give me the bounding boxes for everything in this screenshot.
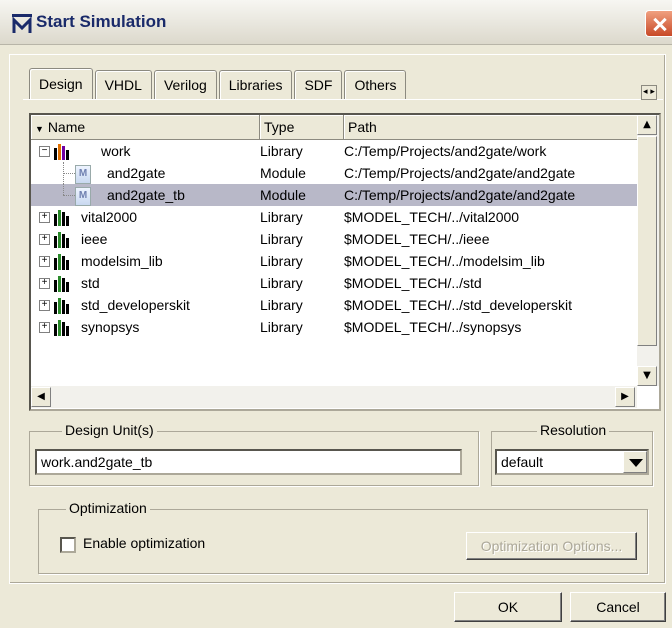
tree-row-std[interactable]: + std Library $MODEL_TECH/../std (31, 272, 639, 294)
expand-icon[interactable]: + (39, 322, 50, 333)
dropdown-arrow-icon[interactable] (623, 451, 647, 473)
row-path: $MODEL_TECH/../vital2000 (344, 209, 520, 225)
enable-optimization-checkbox[interactable] (60, 537, 76, 553)
scroll-right-icon[interactable]: ▶ (615, 387, 635, 407)
row-type: Module (260, 165, 306, 181)
row-type: Library (260, 275, 303, 291)
library-icon (54, 276, 69, 292)
window-title: Start Simulation (36, 12, 167, 31)
tab-sdf[interactable]: SDF (294, 70, 343, 99)
row-type: Library (260, 319, 303, 335)
row-path: C:/Temp/Projects/and2gate/and2gate (344, 187, 576, 203)
tree-row-and2gate-tb[interactable]: M and2gate_tb Module C:/Temp/Projects/an… (31, 184, 639, 206)
row-type: Library (260, 143, 303, 159)
tab-verilog[interactable]: Verilog (153, 70, 217, 99)
resolution-label: Resolution (537, 422, 610, 438)
optimization-label: Optimization (66, 500, 150, 516)
tree-row-vital2000[interactable]: + vital2000 Library $MODEL_TECH/../vital… (31, 206, 639, 228)
tree-connector (63, 184, 64, 195)
tree-row-work[interactable]: − work Library C:/Temp/Projects/and2gate… (31, 140, 639, 162)
row-path: $MODEL_TECH/../ieee (344, 231, 490, 247)
vertical-scrollbar[interactable]: ▲ ▼ (637, 115, 659, 386)
title-bar[interactable]: Start Simulation (0, 0, 672, 45)
expand-icon[interactable]: + (39, 300, 50, 311)
column-header-type[interactable]: Type (260, 115, 344, 139)
design-units-input[interactable]: work.and2gate_tb (35, 449, 462, 475)
row-name: vital2000 (81, 209, 138, 225)
design-tree[interactable]: ▼ Name Type Path − work Library C:/Temp/… (29, 113, 661, 411)
tree-row-modelsim-lib[interactable]: + modelsim_lib Library $MODEL_TECH/../mo… (31, 250, 639, 272)
row-type: Library (260, 209, 303, 225)
row-name: ieee (81, 231, 108, 247)
scroll-down-icon[interactable]: ▼ (637, 366, 657, 386)
horizontal-scrollbar[interactable]: ◀ ▶ (31, 386, 637, 408)
library-icon (54, 254, 69, 270)
row-name: synopsys (81, 319, 140, 335)
column-header-path[interactable]: Path (344, 115, 639, 139)
tree-row-std-developerskit[interactable]: + std_developerskit Library $MODEL_TECH/… (31, 294, 639, 316)
module-icon: M (75, 165, 91, 184)
row-path: $MODEL_TECH/../std_developerskit (344, 297, 572, 313)
row-type: Module (260, 187, 306, 203)
ok-button[interactable]: OK (454, 592, 562, 622)
close-button[interactable] (645, 10, 672, 37)
row-path: $MODEL_TECH/../modelsim_lib (344, 253, 545, 269)
row-name: work (101, 143, 131, 159)
start-simulation-dialog: Start Simulation Design VHDL Verilog Lib… (0, 0, 672, 628)
tree-row-synopsys[interactable]: + synopsys Library $MODEL_TECH/../synops… (31, 316, 639, 338)
row-path: $MODEL_TECH/../std (344, 275, 482, 291)
row-path: $MODEL_TECH/../synopsys (344, 319, 522, 335)
tree-row-ieee[interactable]: + ieee Library $MODEL_TECH/../ieee (31, 228, 639, 250)
library-icon (54, 232, 69, 248)
row-type: Library (260, 231, 303, 247)
library-icon (54, 210, 69, 226)
scroll-up-icon[interactable]: ▲ (637, 115, 657, 135)
row-name: and2gate_tb (107, 187, 185, 203)
design-units-label: Design Unit(s) (62, 422, 157, 438)
row-name: std (81, 275, 100, 291)
collapse-icon[interactable]: − (39, 146, 50, 157)
row-name: and2gate (107, 165, 166, 181)
expand-icon[interactable]: + (39, 256, 50, 267)
tree-connector (63, 195, 75, 196)
library-icon (54, 144, 69, 160)
tree-rows: − work Library C:/Temp/Projects/and2gate… (31, 140, 639, 338)
expand-icon[interactable]: + (39, 212, 50, 223)
expand-icon[interactable]: + (39, 234, 50, 245)
row-name: modelsim_lib (81, 253, 163, 269)
cancel-button[interactable]: Cancel (570, 592, 666, 622)
row-path: C:/Temp/Projects/and2gate/work (344, 143, 547, 159)
tab-scroll-arrows[interactable]: ◂ ▸ (641, 85, 657, 100)
tab-divider (23, 99, 663, 100)
row-name: std_developerskit (81, 297, 190, 313)
modelsim-logo-icon (12, 14, 32, 33)
tab-libraries[interactable]: Libraries (218, 70, 293, 99)
scroll-left-icon[interactable]: ◀ (31, 387, 51, 407)
optimization-options-button[interactable]: Optimization Options... (466, 532, 637, 560)
sort-arrow-icon: ▼ (35, 124, 44, 134)
tree-connector (63, 173, 75, 174)
tree-row-and2gate[interactable]: M and2gate Module C:/Temp/Projects/and2g… (31, 162, 639, 184)
tab-others[interactable]: Others (344, 70, 407, 99)
tab-vhdl[interactable]: VHDL (94, 70, 152, 99)
module-icon: M (75, 187, 91, 206)
row-type: Library (260, 297, 303, 313)
tree-header: ▼ Name Type Path (31, 115, 639, 140)
vertical-scroll-thumb[interactable] (637, 136, 657, 346)
tab-bar: Design VHDL Verilog Libraries SDF Others (29, 68, 408, 100)
column-header-name[interactable]: ▼ Name (31, 115, 260, 139)
row-type: Library (260, 253, 303, 269)
enable-optimization-label: Enable optimization (83, 535, 206, 551)
expand-icon[interactable]: + (39, 278, 50, 289)
row-path: C:/Temp/Projects/and2gate/and2gate (344, 165, 576, 181)
library-icon (54, 320, 69, 336)
library-icon (54, 298, 69, 314)
tab-design[interactable]: Design (29, 68, 93, 99)
